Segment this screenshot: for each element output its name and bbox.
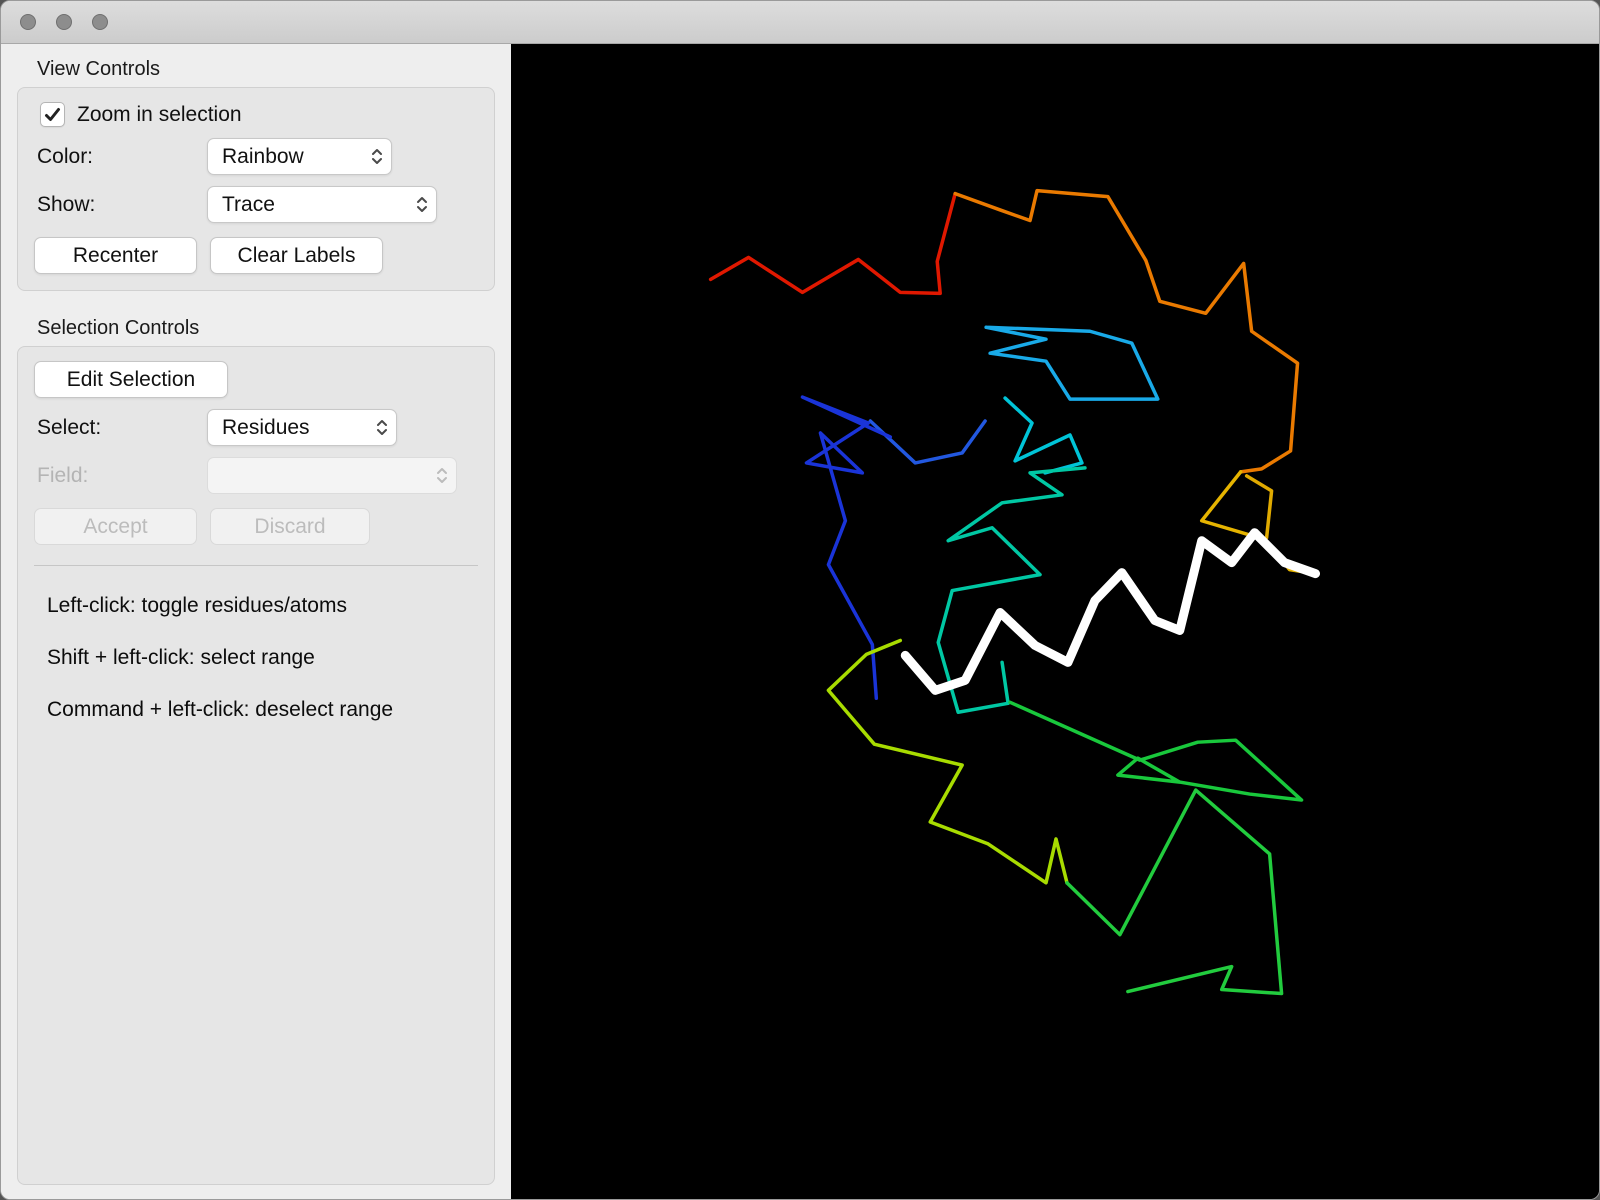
view-controls-title: View Controls bbox=[37, 58, 161, 80]
show-dropdown-value: Trace bbox=[222, 192, 275, 216]
color-dropdown[interactable]: Rainbow bbox=[207, 138, 392, 175]
green-mid-loop-trace-segment[interactable] bbox=[1008, 700, 1304, 802]
chevron-up-down-icon bbox=[416, 195, 428, 214]
show-label: Show: bbox=[37, 192, 96, 216]
window-content: View Controls Zoom in selection Color: R… bbox=[1, 44, 1599, 1199]
selected-residues-trace-segment[interactable] bbox=[900, 528, 1321, 695]
blue-nterm-trace-segment[interactable] bbox=[800, 395, 893, 701]
chevron-up-down-icon bbox=[436, 466, 448, 485]
select-dropdown[interactable]: Residues bbox=[207, 409, 397, 446]
color-row: Color: Rainbow bbox=[37, 138, 494, 175]
gold-fold-trace-segment[interactable] bbox=[1244, 474, 1274, 540]
color-dropdown-value: Rainbow bbox=[222, 144, 304, 168]
royal-blue-trace-segment[interactable] bbox=[868, 419, 987, 465]
zoom-window-button[interactable] bbox=[92, 14, 108, 30]
zoom-in-selection-checkbox-row[interactable]: Zoom in selection bbox=[40, 102, 494, 127]
edit-selection-row: Edit Selection bbox=[34, 361, 494, 398]
close-button[interactable] bbox=[20, 14, 36, 30]
help-line-command-click: Command + left-click: deselect range bbox=[47, 698, 394, 721]
discard-button: Discard bbox=[210, 508, 370, 545]
cyan-trace-segment[interactable] bbox=[1003, 396, 1084, 475]
divider bbox=[34, 565, 478, 566]
red-cterm-trace-segment[interactable] bbox=[708, 191, 957, 296]
field-row: Field: bbox=[37, 457, 494, 494]
show-dropdown[interactable]: Trace bbox=[207, 186, 437, 223]
show-row: Show: Trace bbox=[37, 186, 494, 223]
chevron-up-down-icon bbox=[371, 147, 383, 166]
teal-trace-segment[interactable] bbox=[936, 466, 1087, 715]
minimize-button[interactable] bbox=[56, 14, 72, 30]
accept-button: Accept bbox=[34, 508, 197, 545]
sidebar: View Controls Zoom in selection Color: R… bbox=[1, 44, 511, 1199]
select-row: Select: Residues bbox=[37, 409, 494, 446]
zoom-in-selection-checkbox[interactable] bbox=[40, 102, 65, 127]
edit-selection-button[interactable]: Edit Selection bbox=[34, 361, 228, 398]
selection-controls-title: Selection Controls bbox=[37, 317, 200, 339]
select-label: Select: bbox=[37, 415, 102, 439]
molecule-viewport[interactable] bbox=[511, 44, 1599, 1199]
field-label: Field: bbox=[37, 463, 89, 487]
green-bottom-loop-trace-segment[interactable] bbox=[1065, 788, 1284, 996]
recenter-button[interactable]: Recenter bbox=[34, 237, 197, 274]
chevron-up-down-icon bbox=[376, 418, 388, 437]
app-window: View Controls Zoom in selection Color: R… bbox=[0, 0, 1600, 1200]
view-controls-group: Zoom in selection Color: Rainbow Show: T… bbox=[17, 87, 495, 291]
checkmark-icon bbox=[45, 108, 60, 121]
traffic-lights bbox=[20, 14, 108, 30]
view-buttons-row: Recenter Clear Labels bbox=[34, 237, 494, 274]
protein-trace bbox=[511, 44, 1599, 1199]
window-titlebar bbox=[1, 1, 1599, 44]
clear-labels-button[interactable]: Clear Labels bbox=[210, 237, 383, 274]
light-blue-trace-segment[interactable] bbox=[984, 325, 1160, 401]
select-dropdown-value: Residues bbox=[222, 415, 310, 439]
accept-discard-row: Accept Discard bbox=[34, 508, 494, 545]
color-label: Color: bbox=[37, 144, 94, 168]
help-line-shift-click: Shift + left-click: select range bbox=[47, 646, 315, 669]
selection-controls-group: Edit Selection Select: Residues Field: A… bbox=[17, 346, 495, 1185]
zoom-in-selection-label: Zoom in selection bbox=[77, 102, 242, 126]
help-line-left-click: Left-click: toggle residues/atoms bbox=[47, 594, 347, 617]
field-dropdown bbox=[207, 457, 457, 494]
